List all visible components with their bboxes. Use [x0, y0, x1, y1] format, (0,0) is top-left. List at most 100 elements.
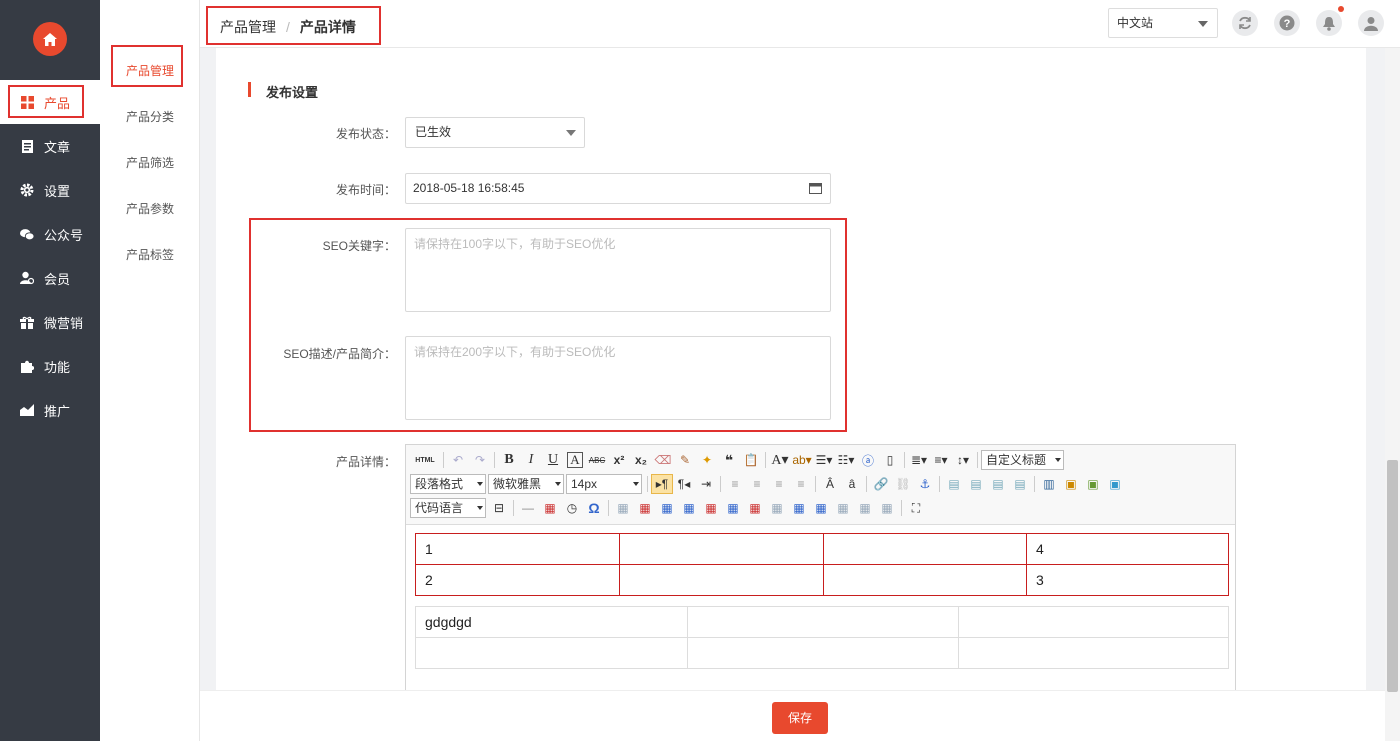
italic-icon[interactable]: I — [520, 450, 542, 470]
bold-icon[interactable]: B — [498, 450, 520, 470]
line-height-icon[interactable]: ↕▾ — [952, 450, 974, 470]
font-size-dropdown[interactable]: 14px — [566, 474, 642, 494]
insert-row-icon[interactable]: ▦ — [678, 498, 700, 518]
image-left-icon[interactable]: ▤ — [965, 474, 987, 494]
editor-table-2[interactable]: gdgdgd — [415, 606, 1229, 669]
split-cells-icon[interactable]: ▦ — [832, 498, 854, 518]
delete-table-icon[interactable]: ▦ — [634, 498, 656, 518]
table-cell[interactable] — [958, 637, 1229, 669]
refresh-button[interactable] — [1232, 10, 1258, 36]
ordered-list-icon[interactable]: ☰▾ — [813, 450, 835, 470]
time-icon[interactable]: ◷ — [561, 498, 583, 518]
custom-title-dropdown[interactable]: 自定义标题 — [981, 450, 1064, 470]
underline-icon[interactable]: U — [542, 450, 564, 470]
undo-icon[interactable]: ↶ — [447, 450, 469, 470]
align-right-icon[interactable]: ≡ — [768, 474, 790, 494]
table-cell[interactable] — [958, 606, 1229, 638]
page-scrollbar[interactable] — [1385, 48, 1400, 741]
table-caption-icon[interactable]: ▦ — [656, 498, 678, 518]
select-all-icon[interactable]: ⓐ — [857, 450, 879, 470]
nav-item-promotion[interactable]: 推广 — [0, 388, 100, 432]
delete-col-icon[interactable]: ▦ — [744, 498, 766, 518]
align-left-icon[interactable]: ≡ — [724, 474, 746, 494]
scrollbar-thumb[interactable] — [1387, 460, 1398, 692]
html-source-button[interactable]: HTML — [410, 450, 440, 470]
delete-row-icon[interactable]: ▦ — [700, 498, 722, 518]
clear-doc-icon[interactable]: ▯ — [879, 450, 901, 470]
font-family-dropdown[interactable]: 微软雅黑 — [488, 474, 564, 494]
strikethrough-icon[interactable]: ABC — [586, 450, 608, 470]
publish-time-input[interactable]: 2018-05-18 16:58:45 — [405, 173, 831, 204]
link-icon[interactable]: 🔗 — [870, 474, 892, 494]
table-cell[interactable] — [619, 533, 824, 565]
split-rows-icon[interactable]: ▦ — [854, 498, 876, 518]
insert-col-icon[interactable]: ▦ — [722, 498, 744, 518]
split-cols-icon[interactable]: ▦ — [876, 498, 898, 518]
subscript-icon[interactable]: x₂ — [630, 450, 652, 470]
unlink-icon[interactable]: ⛓ — [892, 474, 914, 494]
insert-table-icon[interactable]: ▦ — [612, 498, 634, 518]
table-cell[interactable]: gdgdgd — [415, 606, 688, 638]
page-break-icon[interactable]: ⊟ — [488, 498, 510, 518]
nav-item-member[interactable]: 会员 — [0, 256, 100, 300]
account-button[interactable] — [1358, 10, 1384, 36]
rich-text-editor[interactable]: HTML ↶ ↷ B I U A ABC x² x₂ ⌫ ✎ ✦ ❝ 📋 A▾ … — [405, 444, 1236, 690]
eraser-icon[interactable]: ⌫ — [652, 450, 674, 470]
table-cell[interactable] — [619, 564, 824, 596]
sub-item-product-params[interactable]: 产品参数 — [100, 200, 200, 217]
table-cell[interactable] — [823, 564, 1027, 596]
nav-item-wechat[interactable]: 公众号 — [0, 212, 100, 256]
sub-item-product-category[interactable]: 产品分类 — [100, 108, 200, 125]
unordered-list-icon[interactable]: ☷▾ — [835, 450, 857, 470]
rtl-direction-icon[interactable]: ¶◂ — [673, 474, 695, 494]
nav-item-settings[interactable]: 设置 — [0, 168, 100, 212]
language-select[interactable]: 中文站 — [1108, 8, 1218, 38]
nav-item-article[interactable]: 文章 — [0, 124, 100, 168]
lowercase-icon[interactable]: â — [841, 474, 863, 494]
indent-icon[interactable]: ⇥ — [695, 474, 717, 494]
table-cell[interactable]: 3 — [1026, 564, 1229, 596]
help-button[interactable]: ? — [1274, 10, 1300, 36]
map-icon[interactable]: ▣ — [1104, 474, 1126, 494]
search-replace-icon[interactable]: ⛶ — [905, 498, 927, 518]
highlight-color-icon[interactable]: ab▾ — [791, 450, 813, 470]
align-justify-icon[interactable]: ≡ — [790, 474, 812, 494]
paste-plain-icon[interactable]: 📋 — [740, 450, 762, 470]
font-color-icon[interactable]: A▾ — [769, 450, 791, 470]
sub-item-product-tags[interactable]: 产品标签 — [100, 246, 200, 263]
video-icon[interactable]: ▥ — [1038, 474, 1060, 494]
table-cell[interactable] — [823, 533, 1027, 565]
row-spacing-bottom-icon[interactable]: ≡▾ — [930, 450, 952, 470]
editor-table-1[interactable]: 1 4 2 3 — [415, 533, 1229, 596]
merge-down-icon[interactable]: ▦ — [810, 498, 832, 518]
table-cell[interactable] — [415, 637, 688, 669]
table-cell[interactable]: 1 — [415, 533, 620, 565]
paragraph-dropdown[interactable]: 段落格式 — [410, 474, 486, 494]
status-select[interactable]: 已生效 — [405, 117, 585, 148]
image-center-icon[interactable]: ▤ — [1009, 474, 1031, 494]
table-cell[interactable] — [687, 637, 959, 669]
row-spacing-top-icon[interactable]: ≣▾ — [908, 450, 930, 470]
notification-button[interactable] — [1316, 6, 1344, 36]
image-right-icon[interactable]: ▤ — [987, 474, 1009, 494]
blockquote-icon[interactable]: ❝ — [718, 450, 740, 470]
uppercase-icon[interactable]: Â — [819, 474, 841, 494]
redo-icon[interactable]: ↷ — [469, 450, 491, 470]
nav-item-function[interactable]: 功能 — [0, 344, 100, 388]
sub-item-product-filter[interactable]: 产品筛选 — [100, 154, 200, 171]
ltr-direction-icon[interactable]: ▸¶ — [651, 474, 673, 494]
merge-cells-icon[interactable]: ▦ — [766, 498, 788, 518]
table-cell[interactable]: 4 — [1026, 533, 1229, 565]
merge-right-icon[interactable]: ▦ — [788, 498, 810, 518]
multi-image-icon[interactable]: ▣ — [1082, 474, 1104, 494]
image-none-icon[interactable]: ▤ — [943, 474, 965, 494]
home-logo[interactable] — [33, 22, 67, 56]
horizontal-rule-icon[interactable]: — — [517, 498, 539, 518]
superscript-icon[interactable]: x² — [608, 450, 630, 470]
font-border-icon[interactable]: A — [567, 452, 583, 468]
table-cell[interactable] — [687, 606, 959, 638]
save-button[interactable]: 保存 — [772, 702, 828, 734]
align-center-icon[interactable]: ≡ — [746, 474, 768, 494]
format-brush-icon[interactable]: ✎ — [674, 450, 696, 470]
special-char-icon[interactable]: Ω — [583, 498, 605, 518]
